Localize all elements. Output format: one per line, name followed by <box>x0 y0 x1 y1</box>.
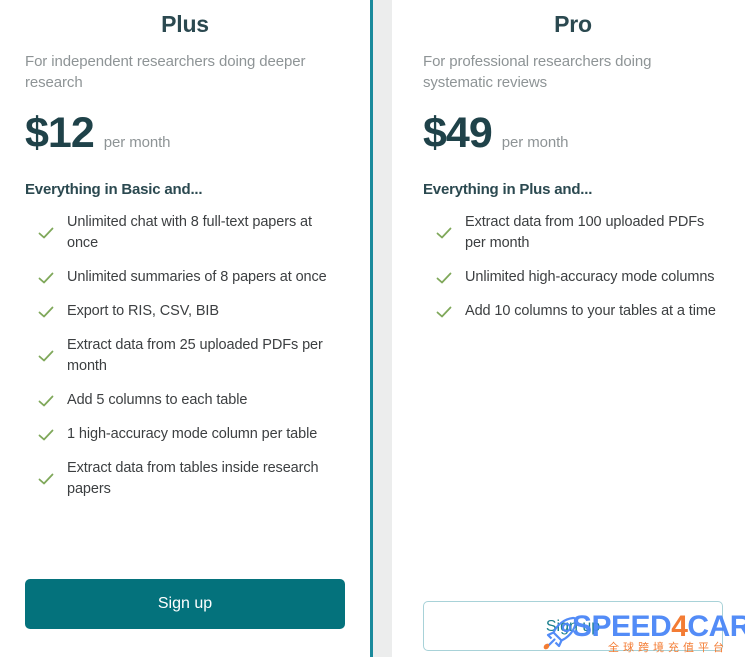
plan-title-pro: Pro <box>554 11 592 37</box>
signup-button-pro[interactable]: Sign up <box>423 601 723 651</box>
check-icon <box>37 303 55 321</box>
pricing-plans-container: Plus For independent researchers doing d… <box>0 0 745 657</box>
price-period-plus: per month <box>103 134 171 151</box>
includes-heading-pro: Everything in Plus and... <box>423 181 593 198</box>
plan-title-plus: Plus <box>161 11 209 37</box>
price-row-pro: $49 per month <box>423 111 723 155</box>
pricing-card-pro: Pro For professional researchers doing s… <box>392 0 745 657</box>
signup-button-plus[interactable]: Sign up <box>25 579 345 629</box>
list-item: Extract data from 25 uploaded PDFs per m… <box>25 335 345 377</box>
list-item: 1 high-accuracy mode column per table <box>25 424 345 445</box>
feature-text: Extract data from tables inside research… <box>67 460 319 497</box>
feature-list-plus: Unlimited chat with 8 full-text papers a… <box>25 212 345 513</box>
plan-description-pro: For professional researchers doing syste… <box>423 53 652 91</box>
plan-description-plus: For independent researchers doing deeper… <box>25 53 306 91</box>
check-icon <box>37 392 55 410</box>
check-icon <box>37 426 55 444</box>
price-row-plus: $12 per month <box>25 111 345 155</box>
feature-text: Add 5 columns to each table <box>67 392 248 408</box>
price-period-pro: per month <box>501 134 569 151</box>
pricing-card-plus: Plus For independent researchers doing d… <box>0 0 370 657</box>
plan-divider <box>370 0 392 657</box>
divider-rule <box>370 0 373 657</box>
feature-text: Extract data from 25 uploaded PDFs per m… <box>67 337 323 374</box>
check-icon <box>37 347 55 365</box>
feature-text: Unlimited summaries of 8 papers at once <box>67 269 327 285</box>
check-icon <box>37 224 55 242</box>
spacer-plus <box>25 513 345 579</box>
check-icon <box>435 224 453 242</box>
feature-text: Unlimited chat with 8 full-text papers a… <box>67 214 312 251</box>
price-amount-pro: $49 <box>423 109 493 157</box>
list-item: Extract data from 100 uploaded PDFs per … <box>423 212 723 254</box>
feature-text: Unlimited high-accuracy mode columns <box>465 269 715 285</box>
check-icon <box>435 269 453 287</box>
list-item: Add 5 columns to each table <box>25 390 345 411</box>
check-icon <box>435 303 453 321</box>
spacer-pro <box>423 335 723 601</box>
list-item: Extract data from tables inside research… <box>25 458 345 500</box>
check-icon <box>37 470 55 488</box>
price-amount-plus: $12 <box>25 109 95 157</box>
check-icon <box>37 269 55 287</box>
feature-text: Export to RIS, CSV, BIB <box>67 303 219 319</box>
list-item: Export to RIS, CSV, BIB <box>25 301 345 322</box>
feature-text: Extract data from 100 uploaded PDFs per … <box>465 214 705 251</box>
list-item: Add 10 columns to your tables at a time <box>423 301 723 322</box>
list-item: Unlimited summaries of 8 papers at once <box>25 267 345 288</box>
feature-text: 1 high-accuracy mode column per table <box>67 426 318 442</box>
feature-list-pro: Extract data from 100 uploaded PDFs per … <box>423 212 723 335</box>
feature-text: Add 10 columns to your tables at a time <box>465 303 716 319</box>
list-item: Unlimited high-accuracy mode columns <box>423 267 723 288</box>
includes-heading-plus: Everything in Basic and... <box>25 181 203 198</box>
list-item: Unlimited chat with 8 full-text papers a… <box>25 212 345 254</box>
